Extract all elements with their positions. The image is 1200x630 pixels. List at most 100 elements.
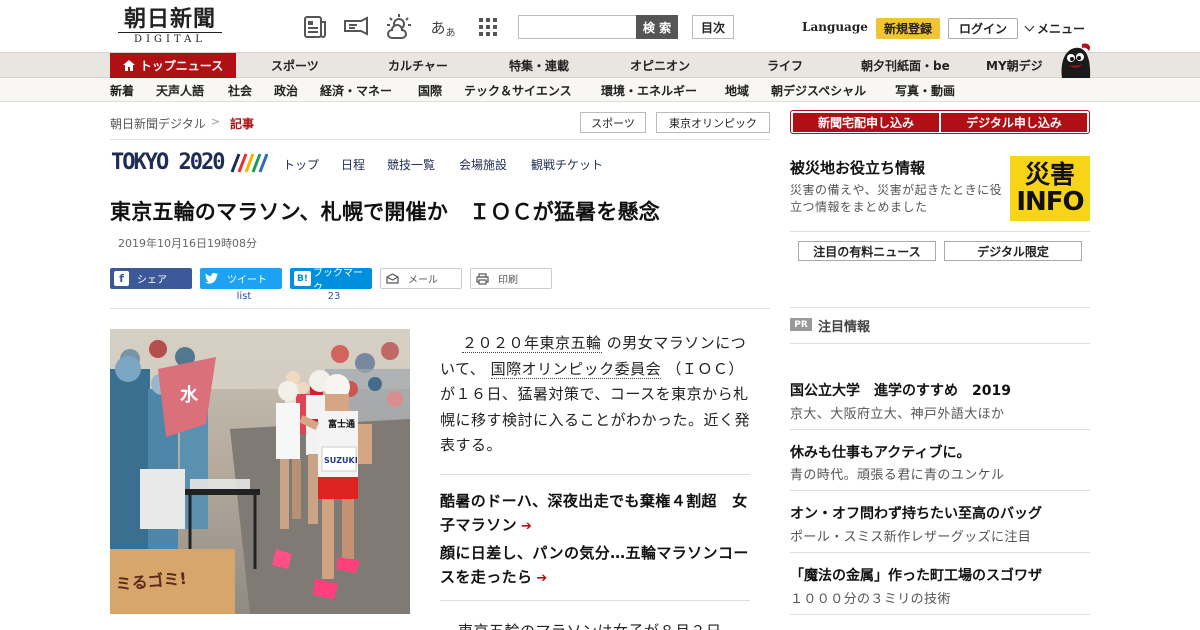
breadcrumb-separator: > [211, 115, 221, 128]
article-photo[interactable]: 水 ミるゴミ! SUZUKI 富士通 [110, 329, 410, 614]
hatena-icon: B! [294, 271, 311, 286]
article-body: 東京五輪のマラソンは女子が８月２日 [440, 621, 750, 630]
pr-item-title[interactable]: 「魔法の金属」作った町工場のスゴワザ [790, 565, 1042, 585]
login-button[interactable]: ログイン [948, 18, 1018, 39]
arrow-right-icon: ➔ [521, 519, 533, 534]
nav-paper[interactable]: 朝夕刊紙面・be [861, 53, 950, 77]
tokyo2020-stripes-icon [230, 153, 268, 173]
digital-only-button[interactable]: デジタル限定 [944, 241, 1082, 261]
menu-button[interactable]: メニュー [1024, 20, 1086, 37]
primary-nav: トップニュース スポーツ カルチャー 特集・連載 オピニオン ライフ 朝夕刊紙面… [0, 52, 1200, 78]
tk-sports-list[interactable]: 競技一覧 [387, 156, 435, 173]
subscribe-box: 新聞宅配申し込み デジタル申し込み [790, 110, 1090, 134]
hatena-bookmark-button[interactable]: B! ブックマーク [290, 268, 372, 294]
tk-tickets[interactable]: 観戦チケット [531, 156, 603, 173]
facebook-share-button[interactable]: f シェア [110, 268, 192, 289]
pr-item-desc: 京大、大阪府立大、神戸外語大ほか [790, 407, 1005, 422]
breadcrumb-home[interactable]: 朝日新聞デジタル [110, 115, 206, 132]
tk-top[interactable]: トップ [283, 156, 319, 173]
nav-politics[interactable]: 政治 [274, 82, 298, 99]
print-button[interactable]: 印刷 [470, 268, 552, 289]
font-size-icon[interactable]: ああ [428, 12, 458, 42]
tk-venues[interactable]: 会場施設 [459, 156, 507, 173]
pr-badge: PR [790, 318, 812, 331]
divider [110, 139, 770, 140]
apps-grid-icon[interactable] [473, 12, 503, 42]
hatena-count[interactable]: 23 [290, 291, 378, 302]
pr-item-desc: 青の時代。頑張る君に青のユンケル [790, 468, 1005, 483]
twitter-share-label: ツイート [227, 275, 267, 286]
menu-label: メニュー [1037, 22, 1086, 36]
divider [440, 474, 750, 475]
nav-sports[interactable]: スポーツ [271, 53, 319, 77]
nav-society[interactable]: 社会 [228, 82, 252, 99]
language-link[interactable]: Language [802, 20, 868, 34]
pr-section-title: 注目情報 [818, 320, 871, 335]
nav-culture[interactable]: カルチャー [388, 53, 448, 77]
link-tokyo-2020[interactable]: ２０２０年東京五輪 [462, 334, 602, 353]
link-ioc[interactable]: 国際オリンピック委員会 [490, 359, 662, 379]
twitter-share-button[interactable]: ツイート [200, 268, 282, 289]
tk-schedule[interactable]: 日程 [341, 156, 365, 173]
nav-top-news[interactable]: トップニュース [110, 53, 236, 78]
article-headline: 東京五輪のマラソン、札幌で開催か ＩＯＣが猛暑を懸念 [110, 200, 660, 224]
index-button[interactable]: 目次 [692, 15, 734, 39]
nav-opinion[interactable]: オピニオン [630, 53, 690, 77]
divider [790, 429, 1090, 430]
tag-sports[interactable]: スポーツ [580, 112, 646, 133]
mascot-icon [1061, 43, 1091, 78]
nav-life[interactable]: ライフ [767, 53, 803, 77]
register-button[interactable]: 新規登録 [876, 18, 940, 39]
home-icon [122, 60, 135, 71]
nav-my-asadigi[interactable]: MY朝デジ [986, 53, 1043, 77]
divider [790, 490, 1090, 491]
search-button[interactable]: 検 索 [636, 15, 678, 39]
font-size-small: あ [445, 27, 456, 39]
site-header: 朝日新聞 DIGITAL ああ 検 索 目次 Language 新規登録 ログイ… [0, 0, 1200, 52]
site-logo[interactable]: 朝日新聞 DIGITAL [112, 7, 228, 47]
related-article-1[interactable]: 酷暑のドーハ、深夜出走でも棄権４割超 女子マラソン ➔ [440, 489, 760, 539]
nav-region[interactable]: 地域 [725, 82, 749, 99]
nav-tech-science[interactable]: テック＆サイエンス [464, 82, 572, 99]
mail-icon [385, 271, 400, 286]
weather-icon[interactable] [384, 12, 414, 42]
nav-environment[interactable]: 環境・エネルギー [601, 82, 697, 99]
secondary-nav: 新着 天声人語 社会 政治 経済・マネー 国際 テック＆サイエンス 環境・エネル… [0, 78, 1200, 102]
pr-item-title[interactable]: 国公立大学 進学のすすめ 2019 [790, 380, 1011, 400]
pr-item-title[interactable]: オン・オフ問わず持ちたい至高のバッグ [790, 503, 1042, 523]
nav-photo-video[interactable]: 写真・動画 [895, 82, 955, 99]
subscribe-digital-button[interactable]: デジタル申し込み [941, 113, 1087, 132]
logo-jp: 朝日新聞 [123, 6, 216, 32]
nav-tenseijingo[interactable]: 天声人語 [156, 82, 204, 99]
pr-item-title[interactable]: 休みも仕事もアクティブに。 [790, 442, 970, 462]
divider [440, 600, 750, 601]
tokyo2020-logo[interactable]: TOKYO 2020 [111, 150, 225, 176]
nav-economy[interactable]: 経済・マネー [320, 82, 392, 99]
flag-sign: 水 [180, 384, 199, 406]
related-article-2[interactable]: 顔に日差し、パンの気分…五輪マラソンコースを走ったら ➔ [440, 541, 760, 591]
megaphone-icon[interactable] [341, 12, 371, 42]
tokyo2020-stripe [251, 153, 262, 173]
divider [110, 308, 770, 309]
twitter-count[interactable]: list [200, 291, 288, 302]
tokyo2020-stripe [244, 153, 255, 173]
nav-features[interactable]: 特集・連載 [509, 53, 569, 77]
disaster-info-badge[interactable]: 災害 INFO [1010, 156, 1090, 221]
disaster-badge-bottom: INFO [1016, 187, 1084, 217]
facebook-icon: f [114, 271, 129, 286]
nav-international[interactable]: 国際 [418, 82, 442, 99]
bib-name: SUZUKI [324, 456, 358, 465]
disaster-badge-top: 災害 [1024, 160, 1075, 189]
nav-latest[interactable]: 新着 [110, 82, 134, 99]
paid-news-button[interactable]: 注目の有料ニュース [798, 241, 936, 261]
search-input[interactable] [518, 15, 636, 39]
tag-tokyo-olympics[interactable]: 東京オリンピック [656, 112, 770, 133]
disaster-info-title[interactable]: 被災地お役立ち情報 [790, 157, 925, 178]
paper-icon[interactable] [300, 12, 330, 42]
subscribe-paper-button[interactable]: 新聞宅配申し込み [793, 113, 939, 132]
tokyo2020-stripe [230, 153, 241, 173]
divider [790, 614, 1090, 615]
nav-special[interactable]: 朝デジスペシャル [771, 82, 866, 99]
mail-share-button[interactable]: メール [380, 268, 462, 289]
divider [790, 343, 1090, 344]
